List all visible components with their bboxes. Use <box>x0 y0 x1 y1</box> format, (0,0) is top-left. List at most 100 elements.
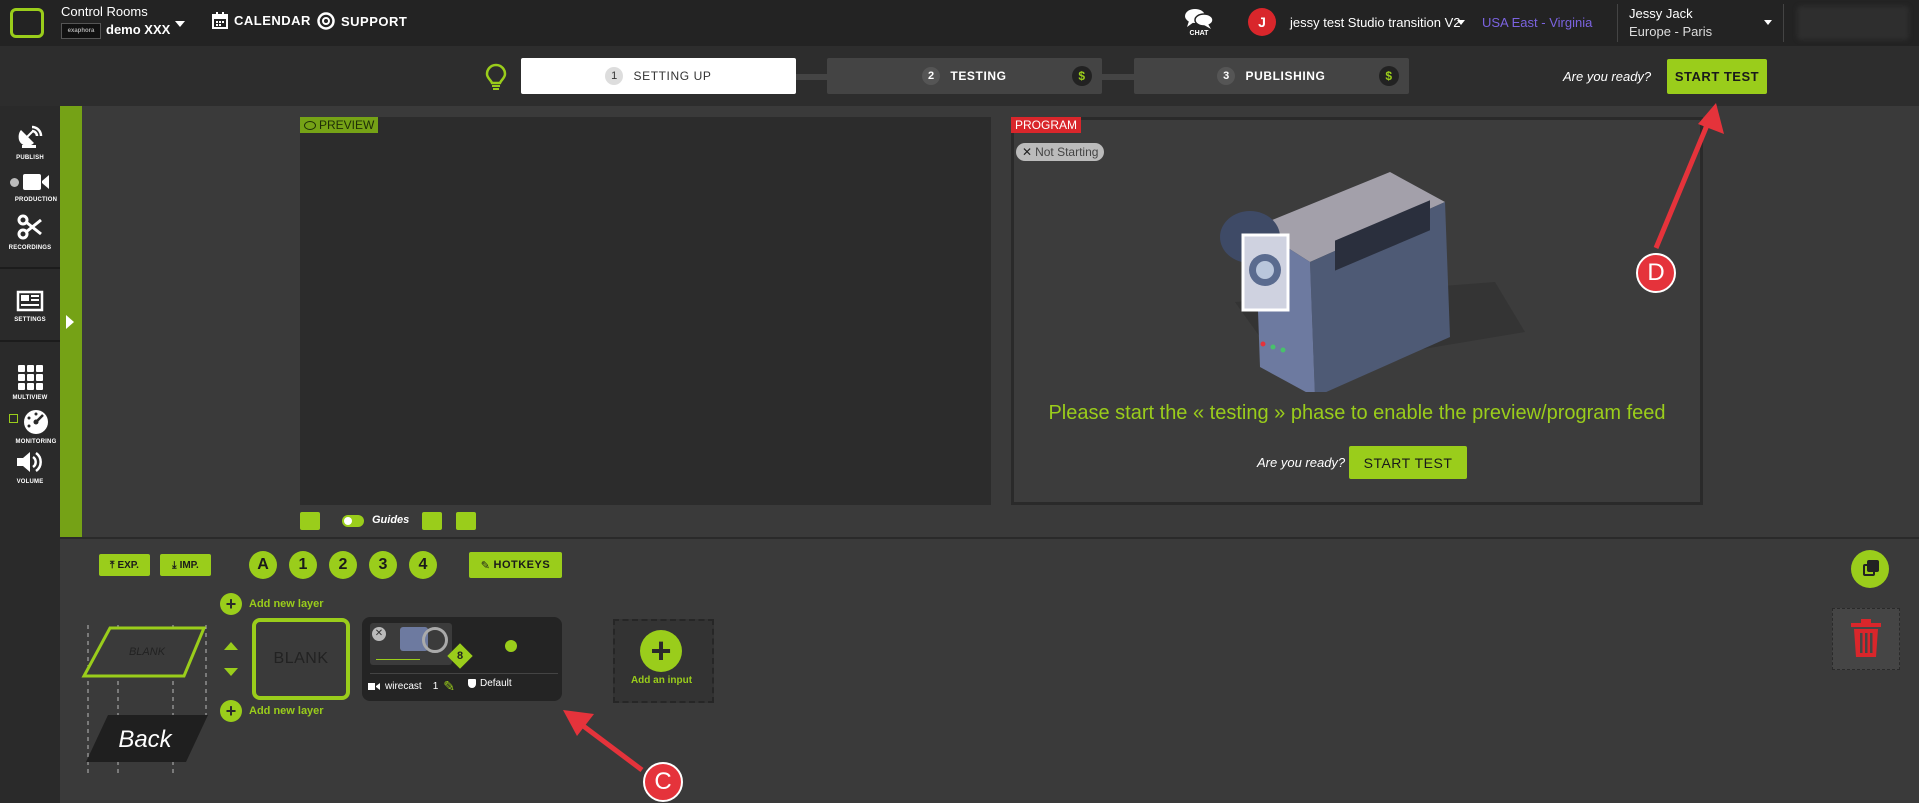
expand-panel-arrow-icon[interactable] <box>66 315 74 329</box>
hotkeys-button[interactable]: ✎ HOTKEYS <box>469 552 562 578</box>
delete-drop-zone[interactable] <box>1832 608 1900 670</box>
step-setting-up[interactable]: 1 SETTING UP <box>521 58 796 94</box>
input-preset-row[interactable]: Default <box>468 678 512 689</box>
sidebar-item-production[interactable]: PRODUCTION <box>12 172 60 203</box>
studio-selector[interactable]: jessy test Studio transition V2 <box>1290 15 1461 30</box>
preview-tag-label: PREVIEW <box>319 118 375 132</box>
remove-input-close-icon[interactable]: ✕ <box>372 627 386 641</box>
sidebar-label: SETTINGS <box>14 317 46 323</box>
sidebar-item-volume[interactable]: VOLUME <box>0 450 60 485</box>
step-publishing[interactable]: 3 PUBLISHING $ <box>1134 58 1409 94</box>
download-icon: ⤓ <box>172 559 177 571</box>
guides-toggle[interactable] <box>342 515 364 527</box>
import-button[interactable]: ⤓ IMP. <box>160 554 211 576</box>
annotation-marker-c: C <box>643 762 683 802</box>
move-layer-down-icon[interactable] <box>224 668 238 676</box>
add-layer-top-button[interactable]: + Add new layer <box>220 593 324 615</box>
start-test-button[interactable]: START TEST <box>1667 59 1767 94</box>
blank-layer-card[interactable]: BLANK <box>252 618 350 700</box>
add-layer-label: Add new layer <box>249 598 324 610</box>
channel-1-button[interactable]: 1 <box>289 551 317 579</box>
channel-4-button[interactable]: 4 <box>409 551 437 579</box>
sidebar-label: PUBLISH <box>16 155 44 161</box>
nav-calendar[interactable]: CALENDAR <box>212 12 311 29</box>
sidebar-label: VOLUME <box>16 479 44 485</box>
export-label: EXP. <box>117 559 139 571</box>
copy-icon-back <box>1867 560 1879 572</box>
room-dropdown-chevron-icon[interactable] <box>175 21 185 27</box>
layer-stack-diagram <box>81 625 208 775</box>
app-logo[interactable] <box>10 8 44 38</box>
preview-tag: PREVIEW <box>300 117 379 133</box>
satellite-dish-icon <box>18 125 43 148</box>
input-source-row: wirecast 1 ✎ <box>368 678 455 695</box>
guides-label: Guides <box>372 514 410 526</box>
video-camera-icon <box>368 683 380 690</box>
speaker-icon <box>300 512 320 530</box>
sidebar-item-monitoring[interactable]: MONITORING <box>12 408 60 445</box>
sidebar-item-multiview[interactable]: MULTIVIEW <box>0 364 60 401</box>
org-logo: exaphora <box>61 22 101 39</box>
no-signal-icon <box>422 627 448 653</box>
input-count: 1 <box>432 681 439 692</box>
add-input-label: Add an input <box>630 675 693 686</box>
sidebar-item-recordings[interactable]: RECORDINGS <box>0 214 60 251</box>
trash-icon <box>1851 619 1881 657</box>
step-number: 3 <box>1217 67 1236 85</box>
move-layer-up-icon[interactable] <box>224 642 238 650</box>
shield-icon <box>468 679 476 688</box>
room-selector[interactable]: exaphora demo XXX <box>61 22 170 39</box>
preview-monitor[interactable] <box>300 117 991 505</box>
copy-layers-button[interactable] <box>1851 550 1889 588</box>
upload-icon: ⤒ <box>110 559 115 571</box>
grid-icon <box>18 365 43 390</box>
preview-volume-button[interactable] <box>300 512 320 530</box>
ready-prompt: Are you ready? <box>1563 69 1652 84</box>
channel-3-button[interactable]: 3 <box>369 551 397 579</box>
user-name[interactable]: Jessy Jack <box>1629 6 1693 21</box>
channel-2-button[interactable]: 2 <box>329 551 357 579</box>
export-button[interactable]: ⤒ EXP. <box>99 554 150 576</box>
nav-support-label: SUPPORT <box>341 13 408 29</box>
status-badge: ✕ Not Starting <box>1016 143 1105 161</box>
mobile-view-icon[interactable] <box>422 512 442 530</box>
gauge-icon <box>24 410 48 434</box>
step-label: SETTING UP <box>633 69 712 83</box>
ready-prompt: Are you ready? <box>1257 455 1346 470</box>
sidebar-item-publish[interactable]: PUBLISH <box>0 124 60 161</box>
start-test-button-program[interactable]: START TEST <box>1349 446 1467 479</box>
studio-avatar[interactable]: J <box>1248 8 1276 36</box>
step-connector <box>1102 74 1134 80</box>
user-dropdown-chevron-icon[interactable] <box>1764 20 1772 25</box>
lightbulb-icon[interactable] <box>483 63 509 91</box>
step-number: 1 <box>605 67 624 85</box>
step-testing[interactable]: 2 TESTING $ <box>827 58 1102 94</box>
blurred-account-area <box>1797 6 1909 40</box>
step-label: TESTING <box>950 69 1007 83</box>
add-layer-label: Add new layer <box>249 705 324 717</box>
signal-line <box>376 659 420 660</box>
sidebar-item-settings[interactable]: SETTINGS <box>0 290 60 323</box>
step-number: 2 <box>922 67 941 85</box>
scissors-icon <box>17 214 42 240</box>
studio-dropdown-chevron-icon[interactable] <box>1457 20 1465 25</box>
step-connector <box>796 74 827 80</box>
paid-step-dollar-icon: $ <box>1379 66 1399 86</box>
add-layer-bottom-button[interactable]: + Add new layer <box>220 700 324 722</box>
section-divider <box>60 537 1919 539</box>
header-divider <box>1783 4 1784 42</box>
plus-icon: + <box>220 593 242 615</box>
annotation-marker-d: D <box>1636 253 1676 293</box>
settings-panel-icon <box>16 290 44 312</box>
edit-pencil-icon[interactable]: ✎ <box>443 678 455 695</box>
blank-layer-shape-label: BLANK <box>128 646 166 658</box>
channel-a-button[interactable]: A <box>249 551 277 579</box>
input-source-name: wirecast <box>385 681 422 692</box>
user-timezone: Europe - Paris <box>1629 24 1713 39</box>
nav-support[interactable]: SUPPORT <box>317 12 407 30</box>
duplicate-view-icon[interactable] <box>456 512 476 530</box>
region-label: USA East - Virginia <box>1482 15 1593 30</box>
eye-icon <box>304 121 316 131</box>
room-title: Control Rooms <box>61 4 148 19</box>
chat-label: CHAT <box>1189 30 1209 37</box>
